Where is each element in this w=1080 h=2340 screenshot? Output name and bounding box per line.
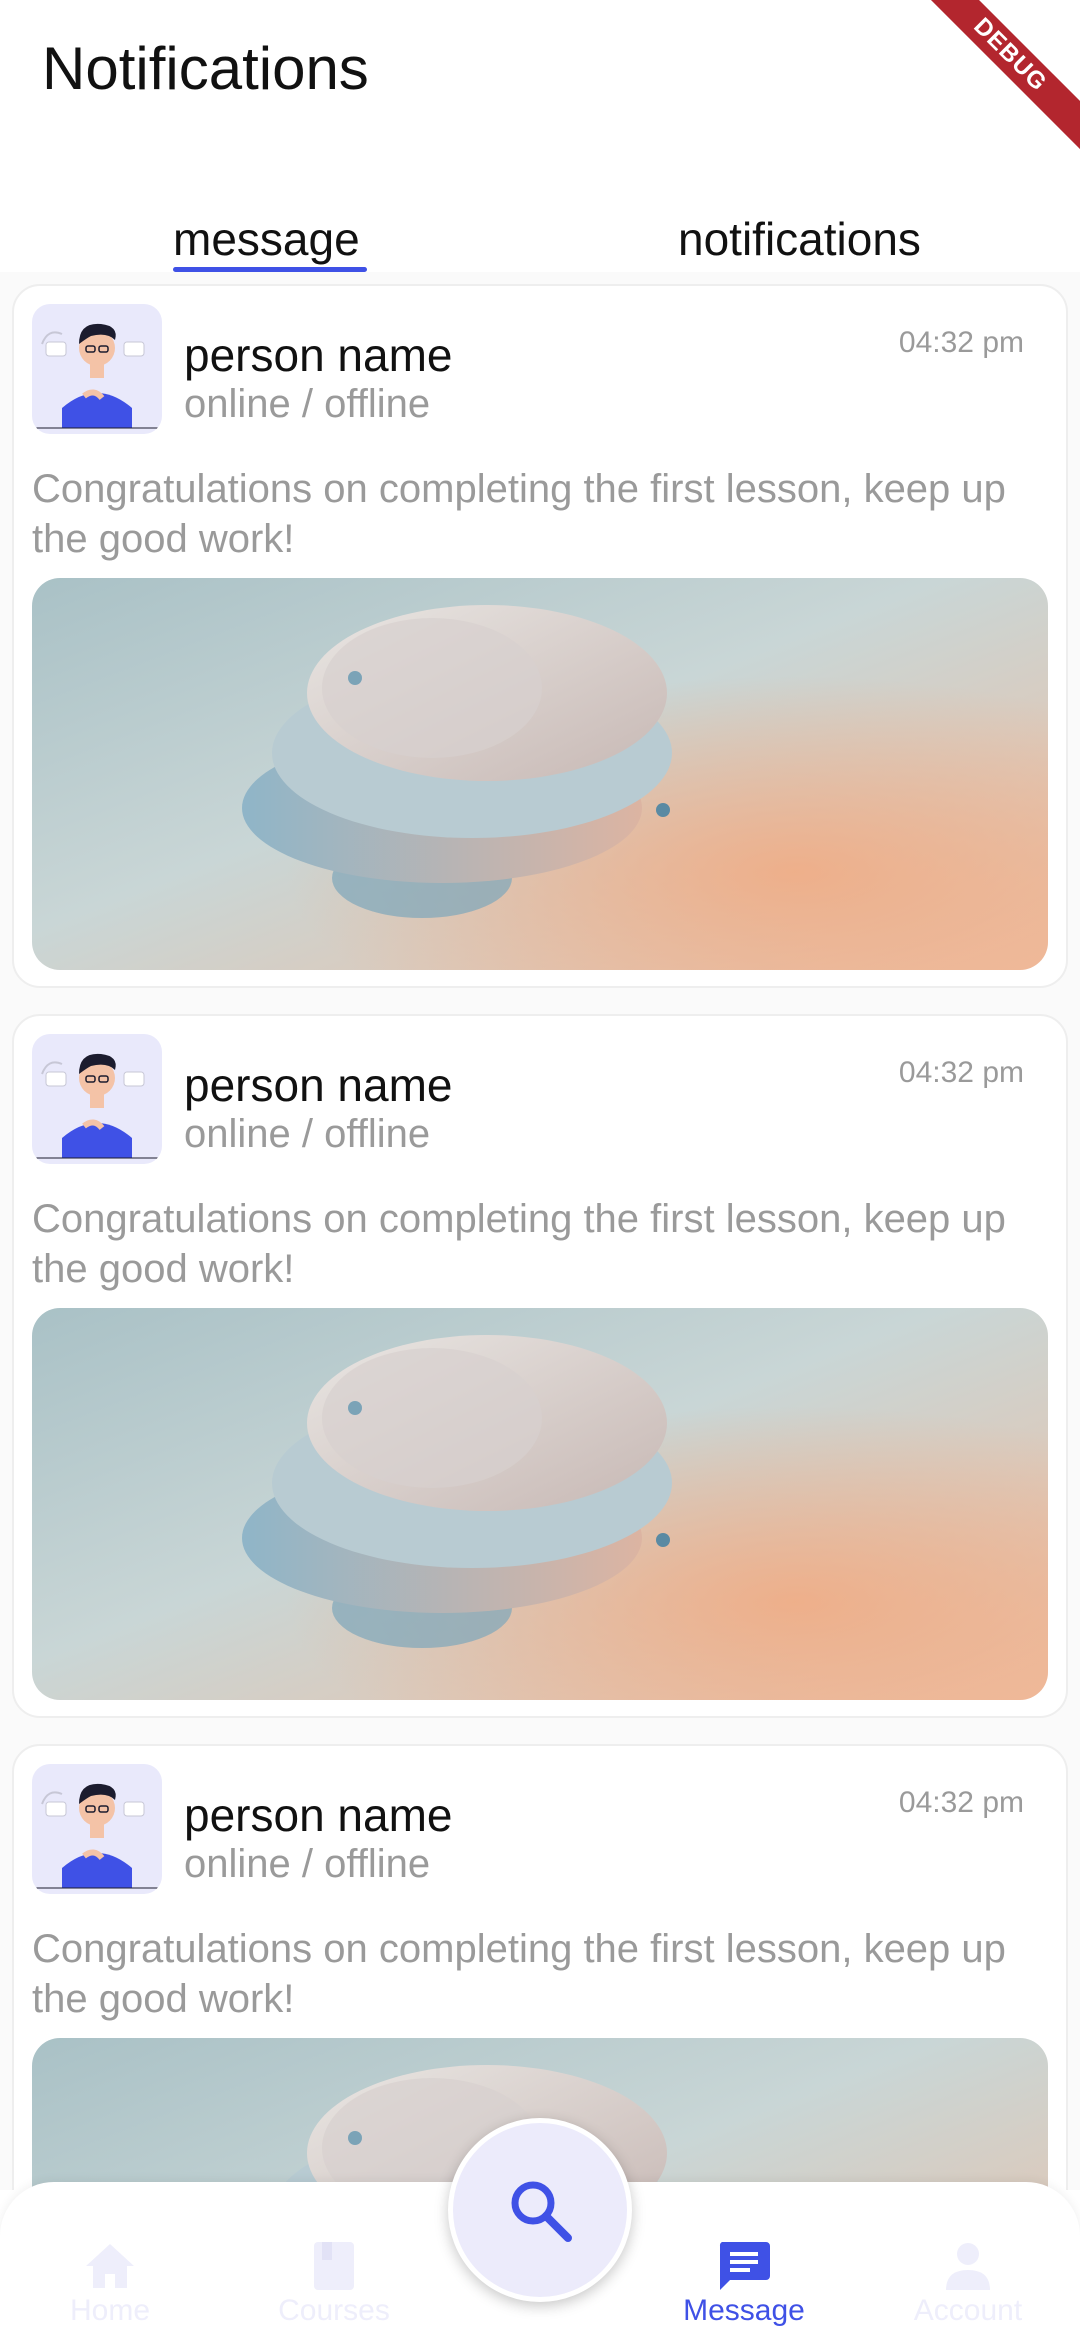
timestamp: 04:32 pm [898,1056,1024,1089]
nav-item-account[interactable]: Account [868,2240,1068,2328]
nav-item-message[interactable]: Message [644,2240,844,2328]
avatar [32,304,162,434]
notification-card[interactable]: person name online / offline 04:32 pm Co… [12,1014,1068,1718]
debug-banner: DEBUG [906,0,1080,159]
avatar [32,1034,162,1164]
book-icon [314,2242,354,2290]
post-image[interactable] [32,1308,1048,1700]
nav-item-courses[interactable]: Courses [234,2240,434,2328]
chat-icon [719,2242,770,2290]
person-name: person name [184,1789,453,1841]
avatar [32,1764,162,1894]
nav-label-message: Message [683,2294,805,2327]
tab-bar: message notifications [0,200,1080,272]
person-status: online / offline [184,1112,431,1156]
person-status: online / offline [184,382,431,426]
notification-card[interactable]: person name online / offline 04:32 pm Co… [12,284,1068,988]
nav-label-home: Home [69,2294,151,2327]
page-title: Notifications [42,35,369,102]
app-header: Notifications DEBUG message notification… [0,0,1080,272]
post-image[interactable] [32,578,1048,970]
nav-label-account: Account [913,2294,1023,2327]
nav-label-courses: Courses [278,2294,390,2327]
notification-message: Congratulations on completing the first … [32,1197,1006,1291]
timestamp: 04:32 pm [898,326,1024,359]
search-icon [511,2181,572,2242]
notification-list[interactable]: person name online / offline 04:32 pm Co… [0,272,1080,2190]
nav-item-home[interactable]: Home [10,2240,210,2328]
home-icon [86,2244,134,2288]
notification-message: Congratulations on completing the first … [32,1927,1006,2021]
person-name: person name [184,1059,453,1111]
tab-message[interactable]: message [173,212,360,266]
person-name: person name [184,329,453,381]
tab-notifications[interactable]: notifications [678,212,921,266]
person-status: online / offline [184,1842,431,1886]
timestamp: 04:32 pm [898,1786,1024,1819]
notification-message: Congratulations on completing the first … [32,467,1006,561]
person-icon [946,2243,990,2290]
search-fab-button[interactable] [448,2118,632,2302]
